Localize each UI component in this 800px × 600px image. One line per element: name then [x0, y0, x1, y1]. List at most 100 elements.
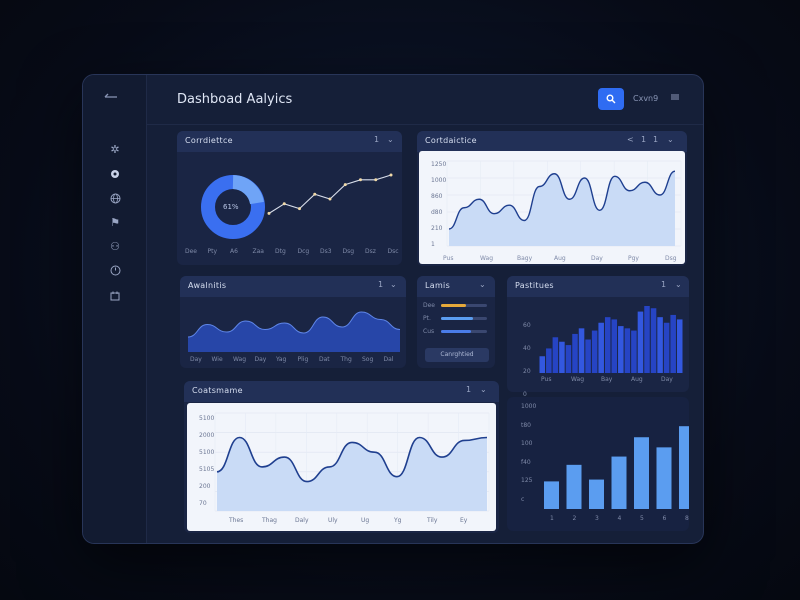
- bar: [618, 326, 624, 373]
- bar: [650, 308, 657, 373]
- settings-icon[interactable]: ✲: [107, 141, 123, 157]
- chart-panel: 5100 2000 5100 5105 200 70 Thes Thag Daly Uly Ug Y…: [187, 403, 496, 531]
- axis-tick-label: A6: [230, 248, 238, 255]
- axis-tick-label: Dcg: [297, 248, 310, 255]
- prev-icon[interactable]: <: [627, 135, 634, 144]
- axis-tick-label: Ds3: [320, 248, 332, 255]
- series-line: [268, 174, 392, 214]
- page-title: Dashboad Aalyics: [177, 92, 293, 107]
- bar: [644, 306, 650, 373]
- progress-track: [441, 330, 487, 333]
- bar: [559, 341, 565, 373]
- data-point: [389, 173, 393, 177]
- axis-tick-label: Wag: [233, 356, 247, 363]
- card-area-bottom: Coatsmame 1 ⌄ 5100 2000 5100 5105 200 70 Thes…: [184, 381, 499, 533]
- globe-icon[interactable]: [107, 190, 123, 206]
- axis-tick-label: Aug: [631, 376, 643, 383]
- card-ctrl-b[interactable]: 1: [641, 135, 646, 144]
- bar-chart-light: [544, 426, 689, 509]
- axis-tick-label: f40: [521, 458, 531, 466]
- data-point: [298, 207, 301, 211]
- bar: [679, 426, 689, 509]
- axis-tick-label: Tily: [427, 517, 438, 524]
- chevron-down-icon[interactable]: ⌄: [479, 280, 486, 289]
- users-icon[interactable]: ⚇: [107, 238, 123, 254]
- axis-tick-label: Wag: [480, 255, 494, 262]
- axis-tick-label: c: [521, 495, 525, 503]
- circle-icon[interactable]: [107, 166, 123, 182]
- area-chart: [214, 412, 490, 512]
- card-header: Lamis ⌄: [417, 276, 495, 297]
- chart-panel: 1250 1000 860 d80 210 1: [419, 151, 685, 264]
- card-bars-light: 1000 t80 100 f40 125 c 1 2 3 4 5 6 8: [507, 397, 689, 531]
- chevron-down-icon[interactable]: ⌄: [480, 385, 487, 394]
- bar: [611, 319, 618, 373]
- axis-tick-label: 1000: [431, 177, 447, 184]
- bar: [656, 447, 672, 509]
- axis-tick-label: Pty: [207, 248, 218, 255]
- bar: [637, 311, 644, 373]
- axis-tick-label: Day: [591, 255, 603, 262]
- axis-tick-label: 1: [431, 241, 435, 248]
- bar: [546, 348, 552, 373]
- axis-tick-label: Dsg: [665, 255, 677, 262]
- axis-tick-label: 200: [199, 483, 211, 490]
- axis-tick-label: Yg: [394, 517, 402, 524]
- axis-tick-label: 860: [431, 193, 443, 200]
- axis-tick-label: 5105: [199, 466, 215, 473]
- axis-tick-label: Ey: [460, 517, 468, 524]
- bar: [624, 328, 631, 373]
- axis-tick-label: t80: [521, 421, 531, 429]
- card-ctrl-num[interactable]: 1: [466, 385, 471, 394]
- card-header: Coatsmame 1 ⌄: [184, 381, 499, 402]
- calendar-icon[interactable]: [107, 288, 123, 304]
- bar: [631, 330, 637, 373]
- search-button[interactable]: [598, 88, 624, 110]
- action-button[interactable]: Canrghtied: [425, 348, 489, 362]
- axis-tick-label: 1000: [521, 403, 537, 410]
- bar: [589, 479, 604, 509]
- bar: [585, 339, 591, 373]
- card-area-top: Cortdaictice < 1 1 ⌄ 1250 1000 860 d80 210 1 …: [417, 131, 687, 266]
- axis-tick-label: 210: [431, 225, 443, 232]
- axis-tick-label: Plig: [297, 356, 309, 363]
- user-label[interactable]: Cxvn9: [633, 94, 658, 103]
- area-fill: [217, 437, 487, 511]
- data-point: [328, 197, 332, 201]
- card-bars-blue: Pastitues 1 ⌄ 60 40 20 0 Pus Wag Bay Aug Day: [507, 276, 689, 398]
- axis-tick-label: Dee: [185, 248, 198, 255]
- axis-tick-label: Dsc: [387, 248, 399, 255]
- bar: [552, 337, 559, 373]
- axis-tick-label: 5100: [199, 449, 215, 456]
- clock-icon[interactable]: [107, 262, 123, 278]
- axis-tick-label: 5100: [199, 415, 215, 422]
- bar: [572, 333, 578, 373]
- card-ctrl-c[interactable]: 1: [653, 135, 658, 144]
- flag-icon[interactable]: ⚑: [107, 214, 123, 230]
- analytics-area-chart: [187, 311, 401, 352]
- axis-tick-label: Wie: [211, 356, 223, 363]
- sidebar: ✲ ⚑ ⚇: [83, 75, 147, 543]
- axis-tick-label: 70: [199, 500, 207, 507]
- axis-tick-label: 40: [523, 345, 531, 352]
- card-title: Coatsmame: [192, 386, 243, 395]
- data-point: [359, 178, 362, 182]
- bar: [670, 314, 676, 373]
- data-point: [343, 183, 347, 187]
- axis-tick-label: Yag: [276, 356, 287, 363]
- axis-tick-label: 20: [523, 368, 531, 375]
- axis-tick-label: Pgy: [628, 255, 639, 262]
- chevron-down-icon[interactable]: ⌄: [667, 135, 674, 144]
- bar-label: Dee: [423, 302, 436, 309]
- bar: [544, 481, 559, 509]
- progress-track: [441, 317, 487, 320]
- axis-tick-label: Wag: [571, 376, 585, 383]
- bar-chart-blue: [539, 306, 683, 373]
- progress-fill: [441, 317, 474, 320]
- axis-tick-label: Day: [254, 356, 267, 363]
- menu-icon[interactable]: [671, 93, 679, 103]
- card-analytics: Awalnitis 1 ⌄ Day Wie Wag Day Yag Plig Dat Thg S…: [180, 276, 406, 368]
- bar: [539, 356, 546, 373]
- back-arrow-icon[interactable]: [103, 89, 119, 105]
- axis-tick-label: Dat: [319, 356, 330, 363]
